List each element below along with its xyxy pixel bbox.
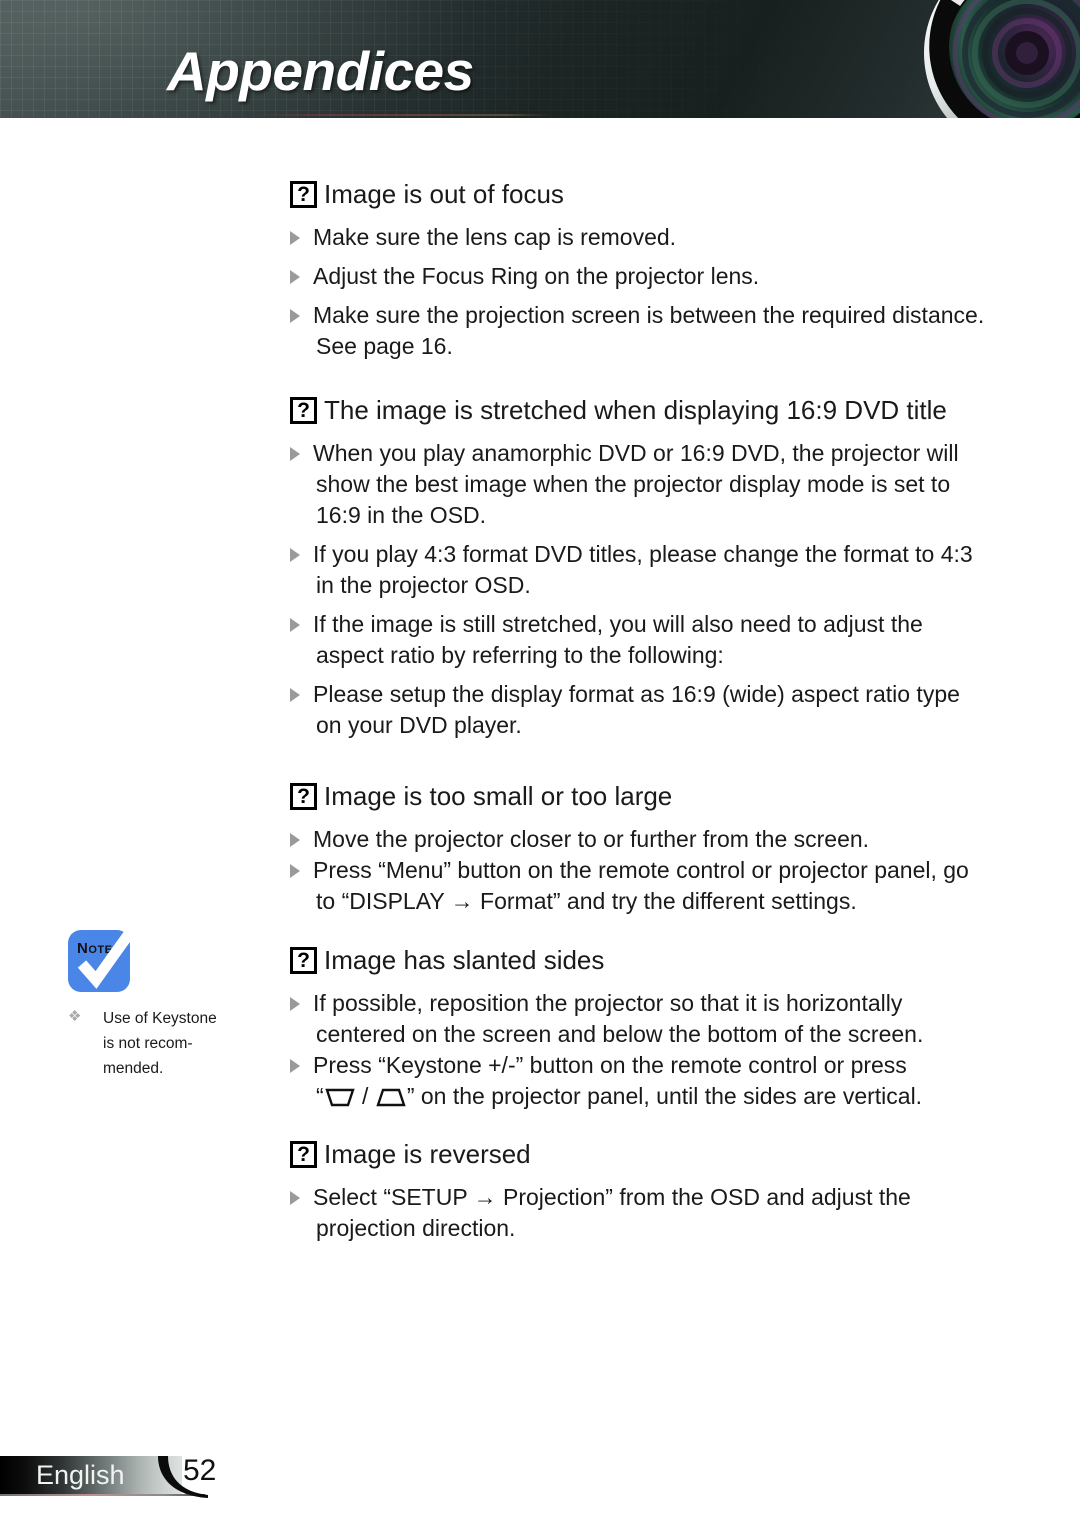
bullet-list: Select “SETUP → Projection” from the OSD…: [290, 1182, 911, 1244]
section-heading: ? The image is stretched when displaying…: [290, 395, 973, 426]
triangle-bullet-icon: [290, 1059, 300, 1073]
note-badge: Note: [68, 922, 142, 992]
triangle-bullet-icon: [290, 997, 300, 1011]
list-item: Adjust the Focus Ring on the projector l…: [290, 261, 984, 292]
section-image-too-small-or-large: ? Image is too small or too large Move t…: [290, 781, 969, 925]
section-heading: ? Image is out of focus: [290, 179, 984, 210]
list-item: Make sure the lens cap is removed.: [290, 222, 984, 253]
list-item: If possible, reposition the projector so…: [290, 988, 923, 1050]
list-item: Press “Menu” button on the remote contro…: [290, 855, 969, 917]
question-mark-icon: ?: [290, 947, 317, 974]
bullet-list: Make sure the lens cap is removed. Adjus…: [290, 222, 984, 362]
question-mark-icon: ?: [290, 783, 317, 810]
triangle-bullet-icon: [290, 618, 300, 632]
triangle-bullet-icon: [290, 309, 300, 323]
lens-graphic-container: [890, 0, 1080, 118]
triangle-bullet-icon: [290, 864, 300, 878]
bullet-list: If possible, reposition the projector so…: [290, 988, 923, 1112]
page-header-banner: Appendices: [0, 0, 1080, 118]
keystone-trapezoid-down-icon: [325, 1088, 355, 1107]
question-mark-icon: ?: [290, 181, 317, 208]
section-image-slanted-sides: ? Image has slanted sides If possible, r…: [290, 945, 923, 1120]
triangle-bullet-icon: [290, 688, 300, 702]
triangle-bullet-icon: [290, 231, 300, 245]
list-item: If the image is still stretched, you wil…: [290, 609, 973, 671]
triangle-bullet-icon: [290, 833, 300, 847]
section-image-reversed: ? Image is reversed Select “SETUP → Proj…: [290, 1139, 911, 1252]
note-text: Use of Keystone is not recom- mended.: [103, 1010, 217, 1077]
note-checkmark-icon: [77, 922, 142, 989]
section-image-out-of-focus: ? Image is out of focus Make sure the le…: [290, 179, 984, 370]
section-image-stretched-169: ? The image is stretched when displaying…: [290, 395, 973, 749]
diamond-bullet-icon: ❖: [68, 1008, 82, 1025]
page-number: 52: [183, 1454, 217, 1487]
list-item: Move the projector closer to or further …: [290, 824, 969, 855]
footer-shadow-line: [0, 1494, 205, 1496]
note-text-row: ❖ Use of Keystone is not recom- mended.: [68, 1006, 268, 1081]
list-item: Press “Keystone +/-” button on the remot…: [290, 1050, 923, 1112]
margin-note: Note ❖ Use of Keystone is not recom- men…: [68, 922, 268, 1081]
camera-lens-icon: [924, 0, 1080, 118]
list-item: Please setup the display format as 16:9 …: [290, 679, 973, 741]
list-item: If you play 4:3 format DVD titles, pleas…: [290, 539, 973, 601]
section-heading: ? Image is reversed: [290, 1139, 911, 1170]
bullet-list: When you play anamorphic DVD or 16:9 DVD…: [290, 438, 973, 741]
triangle-bullet-icon: [290, 447, 300, 461]
bullet-list: Move the projector closer to or further …: [290, 824, 969, 917]
question-mark-icon: ?: [290, 397, 317, 424]
triangle-bullet-icon: [290, 1191, 300, 1205]
page-footer: English 52: [0, 1454, 260, 1498]
question-mark-icon: ?: [290, 1141, 317, 1168]
triangle-bullet-icon: [290, 548, 300, 562]
page-title: Appendices: [167, 40, 474, 102]
list-item: Select “SETUP → Projection” from the OSD…: [290, 1182, 911, 1244]
keystone-trapezoid-up-icon: [376, 1088, 406, 1107]
section-heading: ? Image has slanted sides: [290, 945, 923, 976]
triangle-bullet-icon: [290, 270, 300, 284]
list-item: Make sure the projection screen is betwe…: [290, 300, 984, 362]
footer-language-label: English: [36, 1460, 125, 1490]
section-heading: ? Image is too small or too large: [290, 781, 969, 812]
list-item: When you play anamorphic DVD or 16:9 DVD…: [290, 438, 973, 531]
header-accent-underline: [250, 114, 550, 116]
